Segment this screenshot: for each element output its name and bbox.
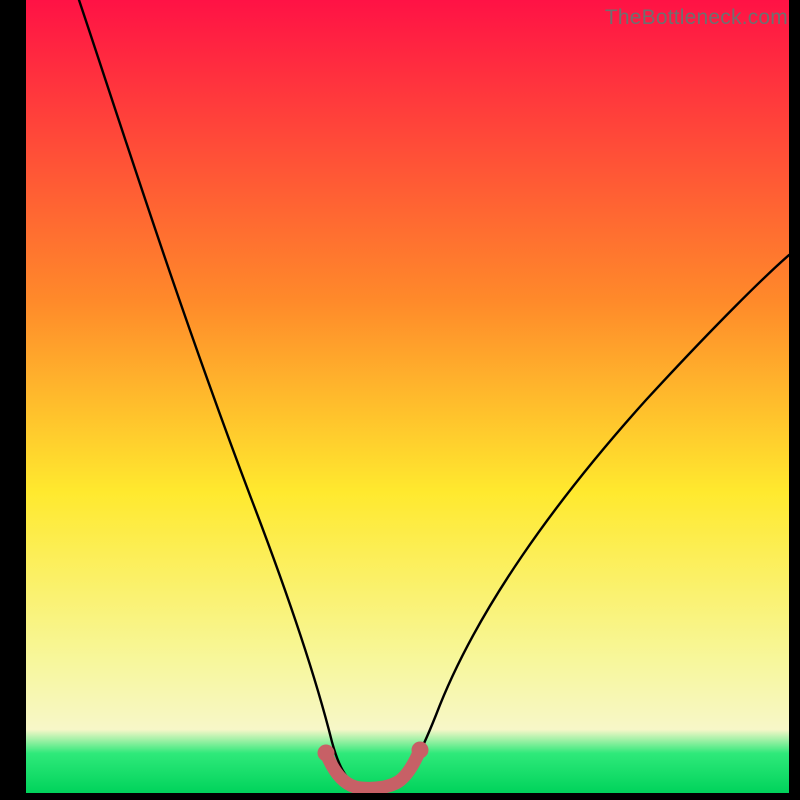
chart-stage: TheBottleneck.com: [0, 0, 800, 800]
threshold-marker-left: [318, 745, 335, 762]
gradient-background: [26, 0, 789, 793]
bottleneck-chart: [26, 0, 789, 793]
threshold-marker-right: [412, 742, 429, 759]
watermark-text: TheBottleneck.com: [605, 6, 788, 30]
